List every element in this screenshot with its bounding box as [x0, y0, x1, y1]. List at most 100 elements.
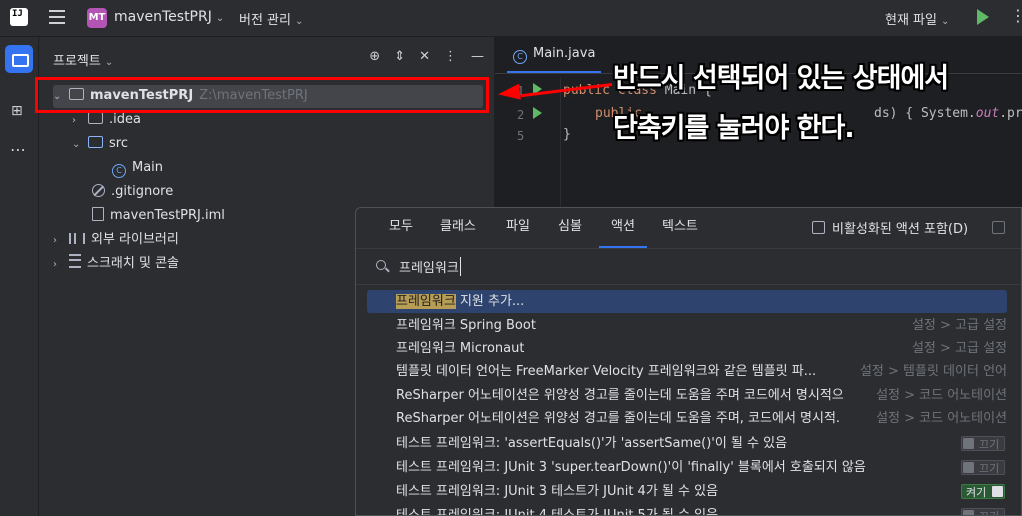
tree-item-scratches[interactable]: › 스크래치 및 콘솔 [53, 253, 179, 275]
result-item[interactable]: 프레임워크 Micronaut 설정 > 고급 설정 [367, 337, 1007, 360]
project-switcher[interactable]: mavenTestPRJ ⌄ [114, 9, 224, 25]
tree-item-src[interactable]: ⌄ src [72, 133, 128, 155]
tree-item-external-libs[interactable]: › 외부 라이브러리 [53, 229, 179, 251]
inspection-toggle[interactable]: 끄기 [961, 460, 1005, 475]
hide-icon[interactable]: — [471, 49, 484, 64]
result-text: 지원 추가... [455, 294, 525, 309]
chevron-right-icon[interactable]: › [53, 254, 69, 276]
search-everywhere-popup: 모두 클래스 파일 심볼 액션 텍스트 비활성화된 액션 포함(D) 프레임워크… [355, 207, 1022, 516]
project-panel-title[interactable]: 프로젝트 ⌄ [53, 50, 113, 69]
annotation-line-2: 단축키를 눌러야 한다. [613, 113, 855, 144]
result-item[interactable]: 테스트 프레임워크: JUnit 4 테스트가 JUnit 5가 될 수 있음 끄… [367, 504, 1007, 516]
result-path: 설정 > 고급 설정 [911, 318, 1007, 333]
class-icon: C [112, 164, 126, 178]
project-panel-title-label: 프로젝트 [53, 54, 101, 69]
result-path: 설정 > 템플릿 데이터 언어 [859, 364, 1007, 379]
project-name: mavenTestPRJ [114, 9, 212, 25]
tab-files[interactable]: 파일 [506, 208, 530, 246]
result-item[interactable]: 테스트 프레임워크: JUnit 3 'super.tearDown()'이 '… [367, 456, 1007, 479]
source-folder-icon [88, 136, 103, 148]
ignored-file-icon [92, 184, 105, 197]
result-path: 설정 > 코드 어노테이션 [876, 388, 1007, 403]
result-text: 테스트 프레임워크: JUnit 4 테스트가 JUnit 5가 될 수 있음 [396, 508, 719, 516]
more-tools-icon[interactable]: ⋯ [10, 140, 27, 159]
result-item[interactable]: ReSharper 어노테이션은 위양성 경고를 줄이는데 도움을 주며, 코드… [367, 407, 1007, 430]
intellij-logo-icon[interactable] [10, 8, 28, 26]
open-in-window-icon[interactable] [992, 221, 1005, 234]
annotation-line-1: 반드시 선택되어 있는 상태에서 [613, 63, 949, 94]
chevron-down-icon: ⌄ [940, 16, 950, 27]
toggle-label: 켜기 [966, 486, 987, 499]
chevron-right-icon[interactable]: › [72, 110, 88, 132]
tab-all[interactable]: 모두 [389, 208, 413, 246]
inspection-toggle[interactable]: 끄기 [961, 436, 1005, 451]
tree-item-iml[interactable]: mavenTestPRJ.iml [76, 205, 225, 227]
include-disabled-checkbox[interactable] [812, 221, 825, 234]
tree-item-label: mavenTestPRJ.iml [110, 208, 225, 223]
chevron-right-icon[interactable]: › [53, 230, 69, 252]
inspection-toggle[interactable]: 켜기 [961, 484, 1005, 499]
library-icon [69, 233, 85, 244]
folder-icon [88, 112, 103, 124]
result-item[interactable]: 테스트 프레임워크: JUnit 3 테스트가 JUnit 4가 될 수 있음 켜… [367, 480, 1007, 503]
project-badge[interactable]: MT [87, 8, 107, 28]
code-text: } [563, 127, 571, 142]
chevron-down-icon: ⌄ [215, 13, 225, 24]
tree-item-label: 스크래치 및 콘솔 [87, 256, 179, 271]
tab-main-java[interactable]: C Main.java [507, 37, 602, 73]
tree-item-label: .idea [109, 112, 141, 127]
options-icon[interactable]: ⋮ [444, 49, 457, 64]
search-field[interactable]: 프레임워크 [356, 248, 1021, 285]
result-path: 설정 > 고급 설정 [911, 341, 1007, 356]
more-icon[interactable]: ⋮ [1010, 6, 1022, 25]
tab-symbols[interactable]: 심볼 [558, 208, 582, 246]
tab-actions[interactable]: 액션 [599, 208, 647, 248]
tree-item-main[interactable]: C Main [96, 157, 163, 179]
annotation-arrow-head [497, 83, 521, 103]
chevron-down-icon: ⌄ [294, 16, 304, 27]
vcs-menu[interactable]: 버전 관리 ⌄ [239, 9, 303, 28]
search-input[interactable]: 프레임워크 [399, 257, 461, 276]
tree-item-label: 외부 라이브러리 [91, 232, 179, 247]
tab-text[interactable]: 텍스트 [662, 208, 698, 246]
tree-item-gitignore[interactable]: .gitignore [76, 181, 173, 203]
run-gutter-icon[interactable] [533, 107, 542, 119]
toggle-label: 끄기 [979, 438, 1000, 451]
collapse-all-icon[interactable]: ✕ [419, 49, 430, 64]
vcs-label: 버전 관리 [239, 13, 291, 28]
tree-item-label: src [109, 136, 128, 151]
file-icon [92, 207, 104, 221]
line-number: 5 [517, 129, 525, 143]
expand-all-icon[interactable]: ⇕ [394, 49, 405, 64]
result-text: ReSharper 어노테이션은 위양성 경고를 줄이는데 도움을 주며 코드에… [396, 388, 844, 403]
match-highlight: 프레임워크 [396, 294, 456, 309]
project-tool-icon[interactable] [5, 45, 33, 73]
run-icon[interactable] [977, 9, 989, 25]
result-text: 프레임워크 Micronaut [396, 341, 525, 356]
result-text: 템플릿 데이터 언어는 FreeMarker Velocity 프레임워크와 같… [396, 364, 817, 379]
run-config-selector[interactable]: 현재 파일 ⌄ [885, 9, 949, 28]
search-tabs: 모두 클래스 파일 심볼 액션 텍스트 비활성화된 액션 포함(D) [356, 208, 1021, 249]
title-bar: MT mavenTestPRJ⌄ 버전 관리⌄ 현재 파일⌄ ⋮ [0, 0, 1022, 37]
search-icon [376, 260, 386, 270]
result-text: 테스트 프레임워크: JUnit 3 테스트가 JUnit 4가 될 수 있음 [396, 484, 719, 499]
result-item[interactable]: 템플릿 데이터 언어는 FreeMarker Velocity 프레임워크와 같… [367, 360, 1007, 383]
tab-classes[interactable]: 클래스 [440, 208, 476, 246]
result-text: 테스트 프레임워크: 'assertEquals()'가 'assertSame… [396, 436, 788, 451]
project-panel-actions: ⊕ ⇕ ✕ ⋮ — [369, 49, 484, 64]
result-item[interactable]: 프레임워크 Spring Boot 설정 > 고급 설정 [367, 314, 1007, 337]
result-text: 테스트 프레임워크: JUnit 3 'super.tearDown()'이 '… [396, 460, 866, 475]
code-line[interactable]: } [563, 127, 571, 142]
result-item[interactable]: 테스트 프레임워크: 'assertEquals()'가 'assertSame… [367, 432, 1007, 455]
locate-icon[interactable]: ⊕ [369, 49, 380, 64]
toggle-label: 끄기 [979, 462, 1000, 475]
current-file-label: 현재 파일 [885, 13, 937, 28]
include-disabled-label[interactable]: 비활성화된 액션 포함(D) [832, 218, 968, 237]
chevron-down-icon[interactable]: ⌄ [72, 134, 88, 156]
main-menu-icon[interactable] [49, 10, 65, 24]
result-item[interactable]: ReSharper 어노테이션은 위양성 경고를 줄이는데 도움을 주며 코드에… [367, 384, 1007, 407]
inspection-toggle[interactable]: 끄기 [961, 508, 1005, 515]
result-item[interactable]: 프레임워크 지원 추가... [367, 290, 1007, 313]
line-number: 2 [517, 108, 525, 122]
structure-icon[interactable]: ⊞ [11, 103, 27, 119]
